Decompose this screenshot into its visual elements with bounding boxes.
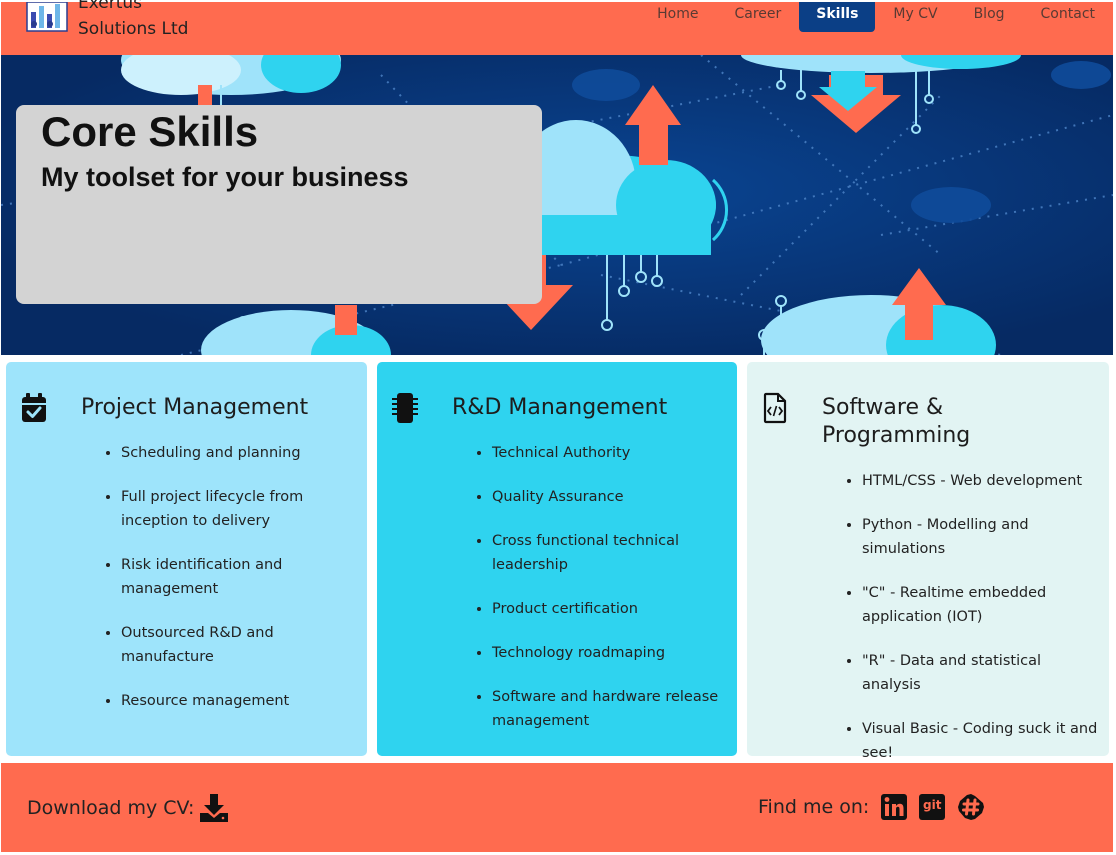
git-icon[interactable]: git — [919, 794, 946, 820]
list-item: Software and hardware release management — [492, 685, 722, 733]
nav-skills[interactable]: Skills — [799, 2, 876, 32]
social-links: Find me on: git — [758, 793, 985, 821]
chip-icon — [392, 393, 418, 423]
list-item: Visual Basic - Coding suck it and see! — [862, 717, 1102, 765]
main-nav: Home Career Skills My CV Blog Contact — [639, 2, 1113, 32]
list-item: Cross functional technical leadership — [492, 529, 722, 577]
skill-list: HTML/CSS - Web development Python - Mode… — [862, 469, 1102, 785]
card-software-programming: Software & Programming HTML/CSS - Web de… — [747, 362, 1109, 761]
card-rd-management: R&D Manangement Technical Authority Qual… — [377, 362, 737, 756]
navbar: Exertus Solutions Ltd Home Career Skills… — [1, 0, 1113, 55]
git-icon-label: git — [923, 798, 942, 812]
list-item: Technical Authority — [492, 441, 722, 465]
card-title: R&D Manangement — [452, 395, 668, 420]
page-title: Core Skills — [41, 108, 259, 155]
download-label: Download my CV: — [27, 797, 195, 819]
logo-icon — [26, 2, 68, 32]
list-item: Full project lifecycle from inception to… — [121, 485, 351, 533]
hero-banner: Core Skills My toolset for your business — [1, 55, 1113, 355]
list-item: Outsourced R&D and manufacture — [121, 621, 351, 669]
nav-contact[interactable]: Contact — [1023, 2, 1113, 32]
nav-my-cv[interactable]: My CV — [875, 2, 955, 32]
nav-home[interactable]: Home — [639, 2, 716, 32]
card-project-management: Project Management Scheduling and planni… — [6, 362, 367, 756]
footer: Download my CV: Find me on: git — [1, 763, 1113, 852]
list-item: "R" - Data and statistical analysis — [862, 649, 1102, 697]
download-icon[interactable] — [199, 793, 229, 823]
skills-cards: Project Management Scheduling and planni… — [6, 362, 1109, 761]
skill-list: Scheduling and planning Full project lif… — [121, 441, 351, 733]
brand-name-line2: Solutions Ltd — [78, 19, 189, 39]
nav-career[interactable]: Career — [716, 2, 799, 32]
brand-name-line1: Exertus — [78, 0, 143, 13]
brand[interactable]: Exertus Solutions Ltd — [26, 0, 189, 55]
list-item: Python - Modelling and simulations — [862, 513, 1102, 561]
list-item: Resource management — [121, 689, 351, 713]
list-item: Scheduling and planning — [121, 441, 351, 465]
find-me-label: Find me on: — [758, 796, 870, 818]
code-file-icon — [763, 392, 787, 424]
linkedin-icon[interactable] — [881, 794, 908, 820]
hero-caption-box: Core Skills My toolset for your business — [16, 105, 542, 304]
list-item: Technology roadmaping — [492, 641, 722, 665]
download-cv: Download my CV: — [27, 793, 229, 823]
card-title: Project Management — [81, 395, 309, 420]
page-subtitle: My toolset for your business — [41, 162, 409, 192]
list-item: "C" - Realtime embedded application (IOT… — [862, 581, 1102, 629]
list-item: Risk identification and management — [121, 553, 351, 601]
list-item: Product certification — [492, 597, 722, 621]
calendar-check-icon — [22, 393, 46, 422]
list-item: Quality Assurance — [492, 485, 722, 509]
skill-list: Technical Authority Quality Assurance Cr… — [492, 441, 722, 753]
nav-blog[interactable]: Blog — [956, 2, 1023, 32]
card-title: Software & Programming — [822, 395, 971, 448]
list-item: HTML/CSS - Web development — [862, 469, 1102, 493]
slack-icon[interactable] — [957, 793, 985, 821]
